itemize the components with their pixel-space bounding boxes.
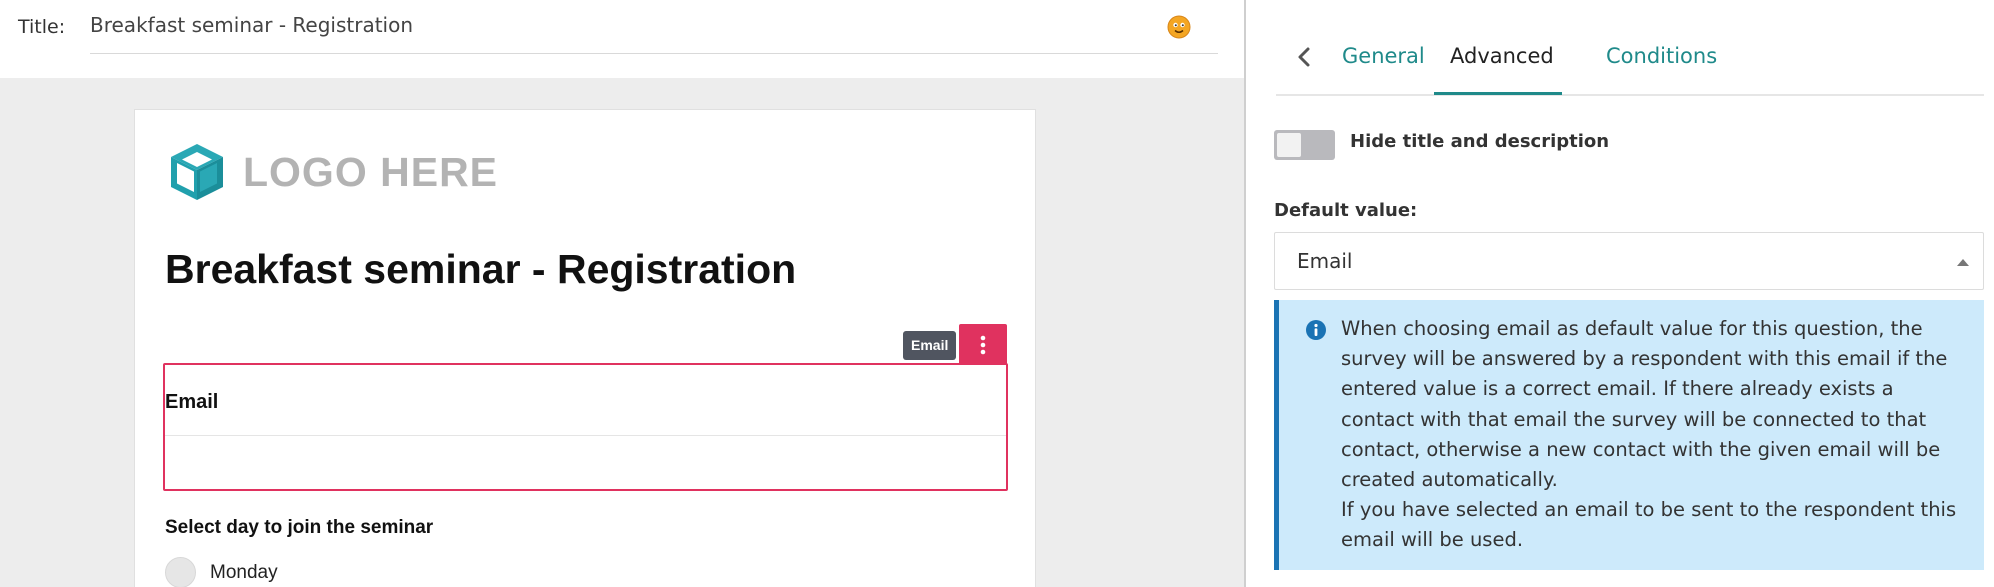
- email-answer-input[interactable]: [165, 435, 1006, 489]
- day-question-label: Select day to join the seminar: [165, 517, 434, 538]
- more-vertical-icon: [980, 335, 986, 354]
- survey-title-value: Breakfast seminar - Registration: [90, 13, 414, 37]
- info-icon: [1306, 320, 1326, 340]
- email-question-block[interactable]: Email: [163, 363, 1008, 491]
- survey-editor-pane: Title: Breakfast seminar - Registration: [0, 0, 1244, 587]
- info-paragraph-2: If you have selected an email to be sent…: [1341, 498, 1957, 552]
- info-text: When choosing email as default value for…: [1341, 314, 1971, 556]
- toggle-knob: [1277, 133, 1301, 157]
- hide-title-toggle[interactable]: [1274, 130, 1335, 160]
- emoji-picker-icon[interactable]: [1167, 15, 1191, 39]
- survey-heading: Breakfast seminar - Registration: [165, 246, 797, 292]
- default-value-label: Default value:: [1274, 200, 1418, 221]
- cube-logo-icon: [171, 144, 223, 200]
- radio-button[interactable]: [165, 557, 196, 587]
- tab-conditions[interactable]: Conditions: [1606, 44, 1717, 68]
- tab-advanced[interactable]: Advanced: [1450, 44, 1554, 68]
- default-value-select[interactable]: Email: [1274, 232, 1984, 290]
- hide-title-label: Hide title and description: [1350, 131, 1610, 152]
- chevron-left-icon[interactable]: [1294, 45, 1314, 69]
- settings-tabs: General Advanced Conditions: [1276, 28, 1984, 96]
- radio-option-label: Monday: [210, 561, 278, 583]
- caret-up-icon: [1957, 259, 1969, 266]
- survey-logo: LOGO HERE: [165, 140, 498, 204]
- title-label: Title:: [18, 16, 66, 38]
- question-settings-pane: General Advanced Conditions Hide title a…: [1246, 0, 1994, 587]
- question-options-button[interactable]: [959, 324, 1007, 365]
- active-tab-indicator: [1434, 92, 1562, 95]
- email-question-label: Email: [165, 391, 219, 413]
- title-bar: Title: Breakfast seminar - Registration: [0, 0, 1244, 78]
- logo-text: LOGO HERE: [243, 148, 499, 195]
- default-value-info-box: When choosing email as default value for…: [1274, 300, 1984, 570]
- radio-option-monday[interactable]: Monday: [165, 557, 278, 587]
- tab-general[interactable]: General: [1342, 44, 1425, 68]
- info-paragraph-1: When choosing email as default value for…: [1341, 317, 1948, 492]
- default-value-selected: Email: [1297, 249, 1353, 273]
- survey-title-input[interactable]: Breakfast seminar - Registration: [90, 10, 1218, 54]
- survey-preview-card: LOGO HERE Breakfast seminar - Registrati…: [134, 109, 1036, 587]
- question-type-tag: Email: [903, 331, 957, 360]
